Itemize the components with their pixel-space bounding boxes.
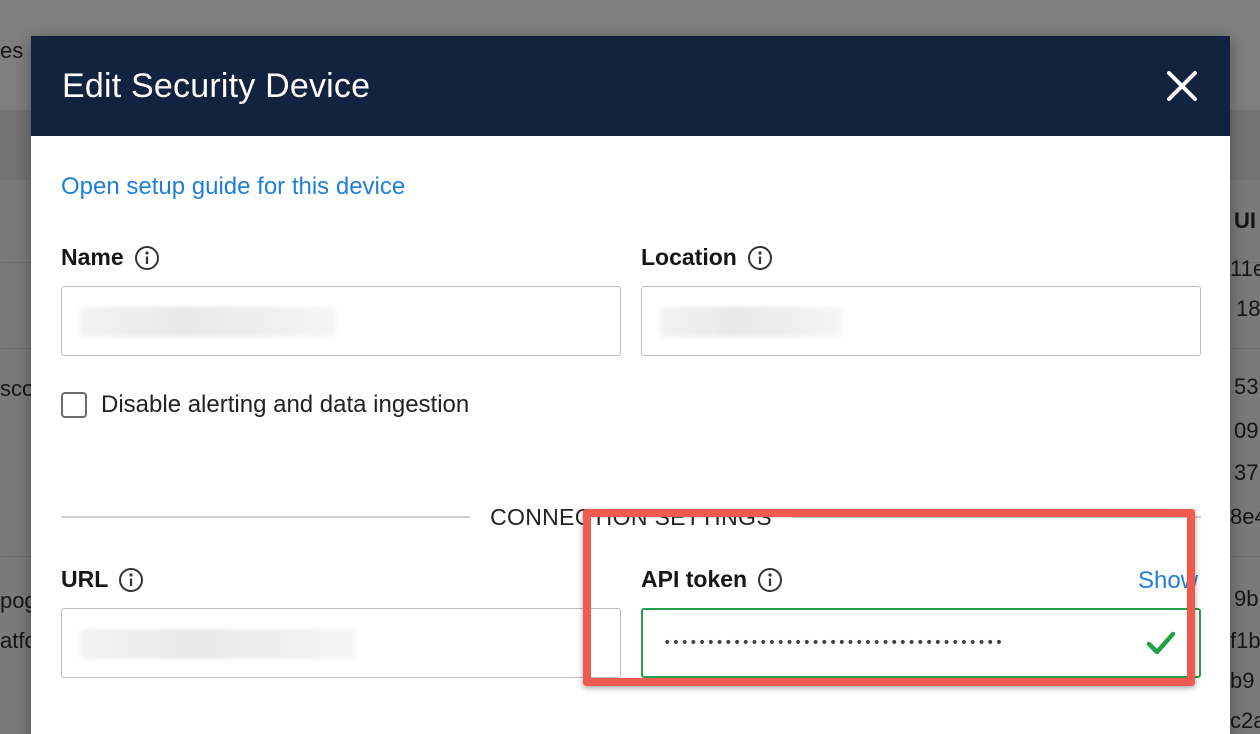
disable-alerting-label: Disable alerting and data ingestion	[101, 391, 470, 418]
setup-guide-link[interactable]: Open setup guide for this device	[61, 173, 405, 201]
close-button[interactable]	[1162, 66, 1202, 106]
divider-line	[61, 516, 471, 518]
close-icon	[1167, 71, 1197, 101]
connection-settings-divider: CONNECTION SETTINGS	[61, 502, 1201, 532]
info-icon[interactable]	[134, 245, 160, 271]
url-label: URL	[61, 566, 144, 593]
location-label: Location	[641, 244, 773, 271]
background-text: 09	[1234, 418, 1259, 443]
name-field[interactable]	[61, 286, 621, 356]
info-icon[interactable]	[747, 245, 773, 271]
dialog-title: Edit Security Device	[62, 66, 371, 105]
background-text: es	[0, 38, 24, 63]
location-field[interactable]	[641, 286, 1201, 356]
divider-line	[791, 516, 1201, 518]
background-text: 37	[1234, 460, 1259, 485]
name-label-text: Name	[61, 244, 124, 270]
background-text: 11e	[1230, 256, 1260, 281]
info-icon[interactable]	[118, 567, 144, 593]
background-text: 53	[1234, 374, 1259, 399]
background-text: sco	[0, 376, 35, 401]
url-label-text: URL	[61, 566, 109, 592]
background-text: c2a	[1230, 708, 1260, 733]
url-value-redacted	[80, 629, 356, 659]
background-text: 18	[1236, 296, 1260, 321]
background-text: UI	[1234, 208, 1256, 233]
name-label: Name	[61, 244, 160, 271]
info-icon[interactable]	[757, 567, 783, 593]
api-token-field[interactable]: •••••••••••••••••••••••••••••••••••••••	[641, 608, 1201, 678]
checkmark-icon	[1146, 631, 1176, 655]
disable-alerting-option[interactable]: Disable alerting and data ingestion	[61, 391, 469, 419]
background-text: f1b	[1230, 628, 1260, 653]
background-text: 8e4	[1230, 504, 1260, 529]
disable-alerting-checkbox[interactable]	[61, 392, 87, 418]
dialog-header: Edit Security Device	[31, 36, 1230, 136]
api-token-label: API token	[641, 566, 783, 593]
location-label-text: Location	[641, 244, 737, 270]
location-value-redacted	[660, 307, 842, 337]
edit-device-dialog: Edit Security Device Open setup guide fo…	[31, 36, 1230, 734]
api-token-label-text: API token	[641, 566, 748, 592]
show-token-button[interactable]: Show	[1138, 567, 1198, 595]
background-text: b9	[1230, 668, 1255, 693]
url-field[interactable]	[61, 608, 621, 678]
name-value-redacted	[80, 307, 336, 337]
api-token-masked-value: •••••••••••••••••••••••••••••••••••••••	[663, 635, 1004, 651]
section-title: CONNECTION SETTINGS	[490, 503, 772, 530]
background-text: 9b	[1234, 586, 1259, 611]
